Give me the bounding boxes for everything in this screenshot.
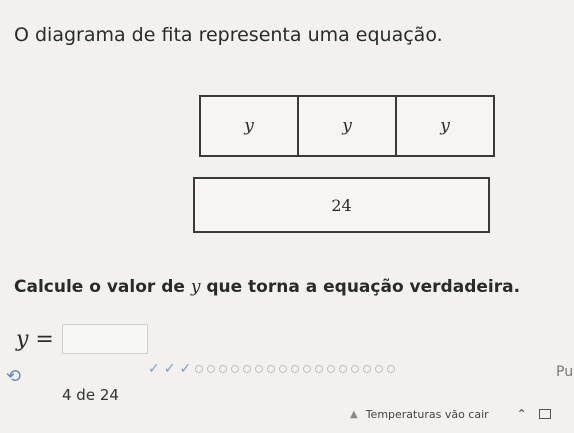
weather-icon: ▲ (350, 408, 358, 420)
progress-dot (255, 365, 264, 373)
progress-dot (279, 365, 288, 373)
progress-text: 4 de 24 (62, 386, 119, 404)
progress-dot (207, 365, 216, 373)
question-prefix: Calcule o valor de (14, 277, 191, 297)
refresh-icon[interactable]: ⟲ (6, 366, 28, 387)
tape-cell: y (299, 97, 397, 155)
progress-dot (339, 365, 348, 373)
progress-check-icon: ✓ (179, 361, 192, 377)
progress-dot (351, 365, 360, 373)
weather-text[interactable]: Temperaturas vão cair (366, 408, 489, 421)
question-suffix: que torna a equação verdadeira. (200, 277, 521, 297)
question-text: Calcule o valor de y que torna a equação… (14, 277, 520, 297)
progress-dot (375, 365, 384, 373)
progress-dot (231, 365, 240, 373)
progress-check-icon: ✓ (148, 361, 160, 377)
progress-dot (387, 365, 396, 373)
answer-row: y = (16, 324, 148, 354)
progress-dots: ✓ ✓ ✓ (148, 361, 396, 377)
answer-label: y = (16, 326, 54, 352)
progress-dot (315, 365, 324, 373)
progress-dot (363, 365, 372, 373)
next-button-partial[interactable]: Pu (556, 364, 573, 380)
progress-dot (195, 365, 204, 373)
tape-cell: y (440, 116, 450, 136)
question-variable: y (190, 277, 201, 297)
tape-diagram-bottom: 24 (193, 177, 490, 233)
taskbar: ▲ Temperaturas vão cair ⌃ (350, 402, 574, 426)
tape-diagram-top: y y y (199, 95, 495, 157)
progress-dot (267, 365, 276, 373)
tray-icon[interactable] (538, 409, 551, 419)
progress-dot (327, 365, 336, 373)
chevron-up-icon[interactable]: ⌃ (517, 407, 527, 421)
progress-dot (243, 365, 252, 373)
progress-check-icon: ✓ (163, 361, 176, 377)
tape-cell: y (201, 97, 299, 155)
progress-dot (303, 365, 312, 373)
progress-bar: ⟲ 4 de 24 ✓ ✓ ✓ Pu (0, 356, 574, 404)
progress-dot (291, 365, 300, 373)
problem-prompt: O diagrama de fita representa uma equaçã… (14, 24, 443, 46)
answer-input[interactable] (61, 324, 148, 354)
progress-dot (219, 365, 228, 373)
